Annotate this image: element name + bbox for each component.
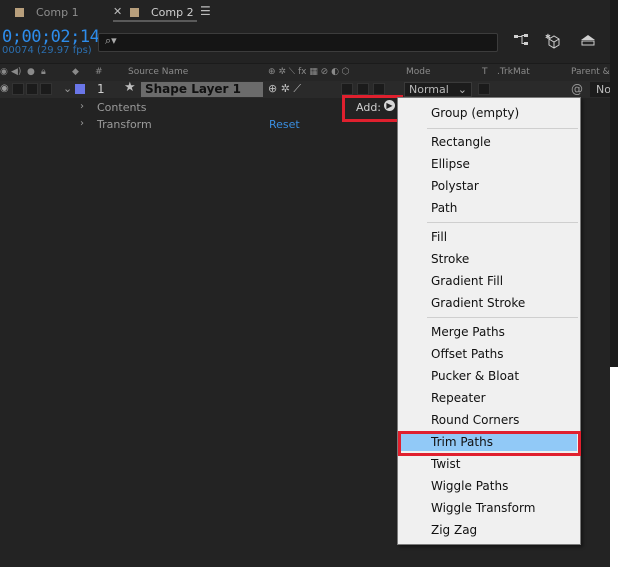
svg-text:✱: ✱ [545, 33, 551, 41]
tab-comp-2[interactable]: Comp 2 [113, 0, 197, 24]
layer-column-header: ◉ ◀) ● 🔒︎ ◆ # Source Name ⊕ ✲ ⟍ fx ▦ ⊘ ◐… [0, 63, 618, 83]
menu-item-polystar[interactable]: Polystar [431, 179, 479, 193]
col-trkmat[interactable]: .TrkMat [497, 67, 530, 77]
menu-item-ellipse[interactable]: Ellipse [431, 157, 470, 171]
lock-icon: 🔒︎ [41, 67, 46, 77]
close-icon[interactable]: ✕ [113, 5, 122, 18]
timeline-graph-edge [610, 0, 618, 367]
menu-item-stroke[interactable]: Stroke [431, 252, 469, 266]
layer-switches[interactable]: ⊕ ✲ ⟋ [268, 82, 301, 96]
layer-row[interactable] [0, 81, 618, 98]
lock-switch[interactable] [40, 83, 52, 95]
col-number: # [95, 67, 103, 77]
layer-index: 1 [97, 82, 105, 96]
track-matte-box[interactable] [478, 83, 490, 95]
switch-box[interactable] [341, 83, 353, 95]
trim-paths-highlight-box [398, 431, 581, 456]
menu-item-rectangle[interactable]: Rectangle [431, 135, 491, 149]
switches-icons: ⊕ ✲ ⟍ fx ▦ ⊘ ◐ ⬡ [268, 67, 350, 77]
add-button-highlight [342, 95, 403, 122]
menu-item-wiggle-transform[interactable]: Wiggle Transform [431, 501, 535, 515]
menu-separator [427, 317, 578, 318]
menu-item-pucker-bloat[interactable]: Pucker & Bloat [431, 369, 519, 383]
comp-swatch-icon [130, 7, 139, 17]
menu-separator [427, 222, 578, 223]
menu-separator [427, 128, 578, 129]
menu-item-wiggle-paths[interactable]: Wiggle Paths [431, 479, 508, 493]
col-mode[interactable]: Mode [406, 67, 431, 77]
menu-item-repeater[interactable]: Repeater [431, 391, 486, 405]
col-source-name[interactable]: Source Name [128, 67, 188, 77]
menu-item-twist[interactable]: Twist [431, 457, 460, 471]
contents-property[interactable]: Contents [97, 101, 146, 114]
mode-dropdown[interactable]: Normal ⌄ [404, 82, 472, 97]
menu-item-gradient-stroke[interactable]: Gradient Stroke [431, 296, 525, 310]
tab-label: Comp 1 [36, 5, 79, 19]
outside-window [610, 367, 618, 567]
col-t: T [482, 67, 488, 77]
menu-item-group-empty[interactable]: Group (empty) [431, 106, 519, 120]
parent-dropdown[interactable]: No [590, 82, 611, 97]
chevron-down-icon: ⌄ [457, 83, 467, 96]
switch-box[interactable] [357, 83, 369, 95]
menu-item-path[interactable]: Path [431, 201, 457, 215]
solo-switch[interactable] [26, 83, 38, 95]
menu-item-merge-paths[interactable]: Merge Paths [431, 325, 505, 339]
menu-item-gradient-fill[interactable]: Gradient Fill [431, 274, 503, 288]
menu-item-zig-zag[interactable]: Zig Zag [431, 523, 477, 537]
tab-bar: Comp 1 ✕ Comp 2 ☰ [0, 0, 618, 24]
chevron-right-icon[interactable]: › [80, 118, 84, 129]
add-menu: Group (empty) Rectangle Ellipse Polystar… [397, 97, 581, 545]
frame-count: 00074 (29.97 fps) [2, 45, 92, 56]
transform-property[interactable]: Transform [97, 118, 152, 131]
reset-link[interactable]: Reset [269, 118, 300, 131]
layer-label-color[interactable] [75, 84, 85, 94]
menu-item-fill[interactable]: Fill [431, 230, 447, 244]
eye-icon[interactable]: ◉ [0, 83, 9, 94]
mode-value: Normal [409, 83, 449, 96]
menu-item-offset-paths[interactable]: Offset Paths [431, 347, 503, 361]
tab-comp-1[interactable]: Comp 1 [15, 0, 79, 24]
chevron-down-icon[interactable]: ⌄ [63, 82, 72, 95]
label-tag-icon: ◆ [72, 67, 79, 77]
chevron-right-icon[interactable]: › [80, 101, 84, 112]
tab-label: Comp 2 [151, 5, 194, 19]
search-icon: ⌕▾ [105, 34, 117, 47]
video-switch-icon: ◉ [0, 67, 8, 77]
shape-layer-star-icon: ★ [124, 80, 136, 95]
current-timecode[interactable]: 0;00;02;14 [2, 27, 100, 47]
audio-switch[interactable] [12, 83, 24, 95]
solo-icon: ● [27, 67, 35, 77]
pick-whip-icon[interactable]: @ [571, 82, 583, 96]
search-input[interactable]: ⌕▾ [98, 33, 498, 52]
frame-blending-icon[interactable] [579, 33, 597, 51]
layer-name[interactable]: Shape Layer 1 [141, 82, 263, 97]
switch-box[interactable] [373, 83, 385, 95]
comp-flowchart-icon[interactable] [513, 33, 531, 51]
col-parent[interactable]: Parent & [571, 67, 610, 77]
draft-3d-icon[interactable]: ✱ [545, 33, 563, 53]
audio-icon: ◀) [11, 67, 22, 77]
menu-item-round-corners[interactable]: Round Corners [431, 413, 519, 427]
panel-menu-icon[interactable]: ☰ [200, 4, 211, 18]
comp-swatch-icon [15, 7, 24, 17]
active-tab-indicator [113, 20, 197, 22]
